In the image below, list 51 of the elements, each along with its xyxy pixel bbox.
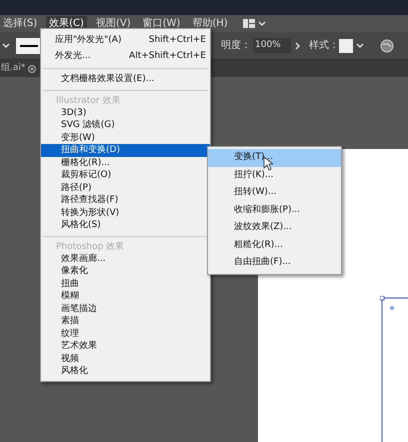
shortcut-text: Shift+Ctrl+E xyxy=(148,34,206,47)
menu-item[interactable]: 3D(3) xyxy=(41,106,210,119)
opacity-field[interactable]: 100% xyxy=(253,38,291,53)
menu-item[interactable]: 扭曲 xyxy=(41,278,210,290)
menu-item[interactable]: 画笔描边 xyxy=(41,302,210,315)
menu-item[interactable]: 波纹效果(Z)... xyxy=(208,219,341,236)
menu-item[interactable]: 收缩和膨胀(P)... xyxy=(208,202,341,219)
close-icon[interactable] xyxy=(28,64,36,72)
menu-item[interactable]: 纹理 xyxy=(41,328,210,340)
menu-item[interactable]: 外发光... Alt+Shift+Ctrl+E xyxy=(41,48,210,64)
menu-item[interactable]: 像素化 xyxy=(41,265,210,278)
menu-bar-item[interactable]: 视图(V) xyxy=(92,16,134,31)
menu-item[interactable]: 素描 xyxy=(41,315,210,328)
shortcut-text: Alt+Shift+Ctrl+E xyxy=(129,50,206,63)
menu-item[interactable]: 风格化(S) xyxy=(41,219,210,232)
menu-bar-item[interactable]: 窗口(W) xyxy=(140,16,184,31)
menu-bar-item[interactable]: 选择(S) xyxy=(0,16,40,31)
style-label: 样式： xyxy=(309,38,339,53)
menu-item[interactable]: 裁剪标记(O) xyxy=(41,169,210,182)
globe-icon[interactable] xyxy=(380,38,394,52)
menu-item[interactable]: 路径查找器(F) xyxy=(41,194,210,206)
menu-item[interactable]: 扭拧(K)... xyxy=(208,166,341,184)
dropdown-caret-icon xyxy=(258,20,266,26)
menu-item[interactable]: 扭转(W)... xyxy=(208,184,341,202)
dropdown-caret-icon xyxy=(356,42,364,48)
menu-item[interactable]: 效果画廊... xyxy=(41,252,210,265)
menu-item[interactable]: 艺术效果 xyxy=(41,340,210,352)
menu-item[interactable]: 自由扭曲(F)... xyxy=(208,254,341,272)
menu-item[interactable]: 模糊 xyxy=(41,290,210,302)
stroke-swatch[interactable] xyxy=(16,38,42,54)
menu-item[interactable]: 视频 xyxy=(41,352,210,365)
dropdown-caret-icon xyxy=(2,42,10,48)
opacity-label: 明度： xyxy=(221,38,251,53)
layout-icon[interactable] xyxy=(242,19,255,28)
menu-item[interactable]: 变换(T)... xyxy=(208,149,341,166)
document-tab[interactable]: 组.ai* xyxy=(1,62,26,76)
menu-item[interactable]: 转换为形状(V) xyxy=(41,206,210,219)
menu-section-header: Photoshop 效果 xyxy=(55,240,126,252)
chevron-right-icon[interactable] xyxy=(295,42,301,50)
menu-item[interactable]: 变形(W) xyxy=(41,132,210,144)
menu-item[interactable]: 应用"外发光"(A) Shift+Ctrl+E xyxy=(41,32,210,48)
menu-item[interactable]: 文档栅格效果设置(E)... xyxy=(41,73,210,86)
menu-bar-item[interactable]: 帮助(H) xyxy=(189,16,231,31)
menu-item[interactable]: 风格化 xyxy=(41,365,210,378)
menu-item[interactable]: 路径(P) xyxy=(41,182,210,194)
menu-item[interactable]: SVG 滤镜(G) xyxy=(41,119,210,132)
menu-item[interactable]: 栅格化(R)... xyxy=(41,156,210,169)
style-swatch[interactable] xyxy=(339,38,353,52)
menu-item[interactable]: 扭曲和变换(D) xyxy=(41,144,210,156)
menu-item[interactable]: 粗糙化(R)... xyxy=(208,236,341,254)
menu-section-header: Illustrator 效果 xyxy=(55,94,122,106)
